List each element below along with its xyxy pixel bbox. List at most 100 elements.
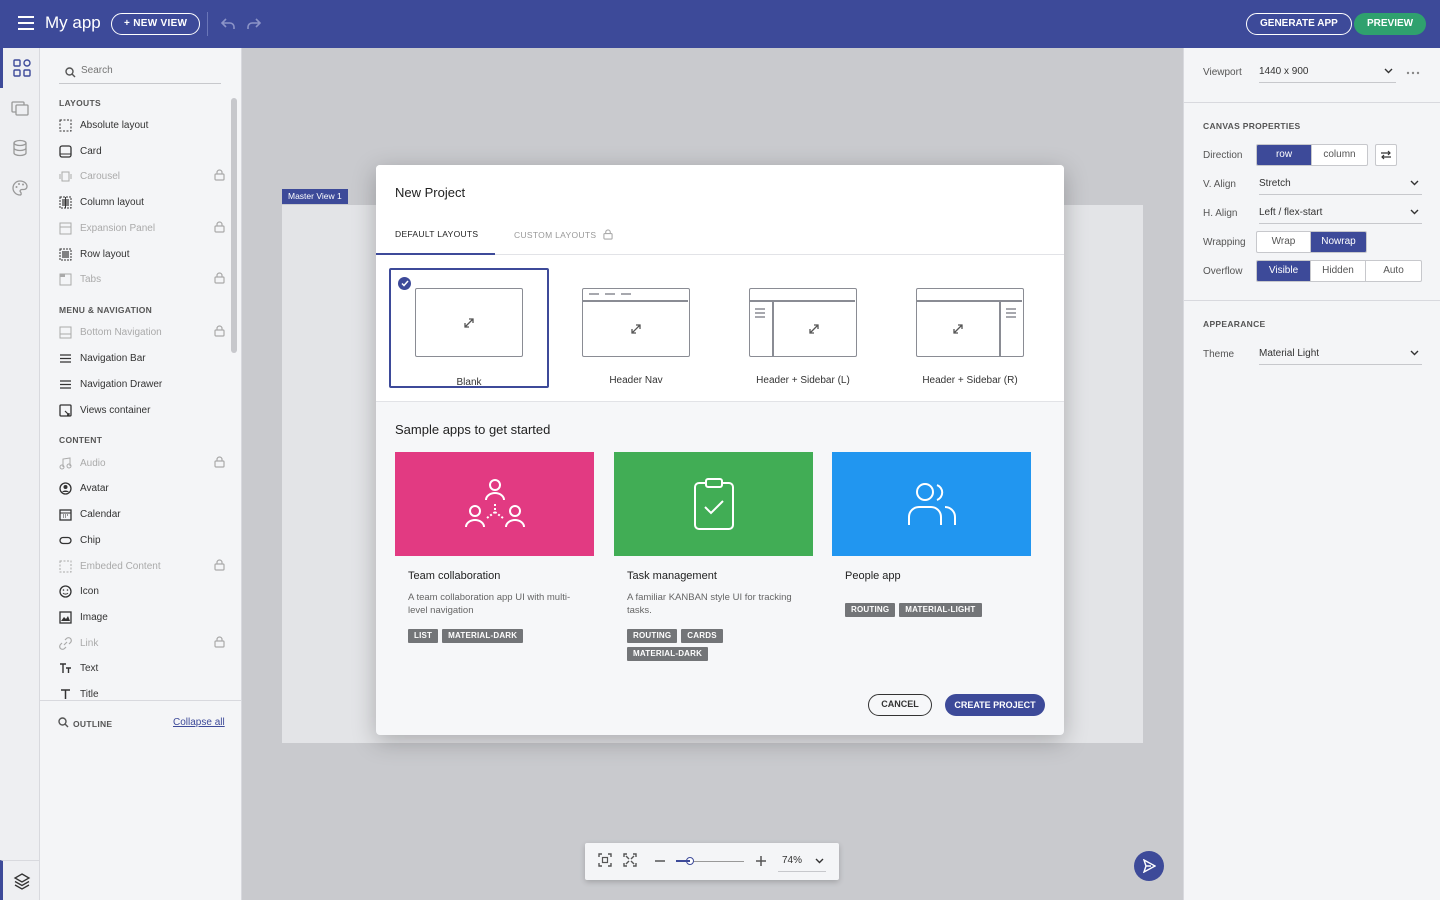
- component-chip[interactable]: Chip: [59, 530, 219, 550]
- sample-tags: ROUTING CARDS MATERIAL-DARK: [627, 629, 737, 661]
- component-column-layout[interactable]: Column layout: [59, 192, 219, 212]
- component-text[interactable]: Text: [59, 658, 219, 678]
- views-icon: [11, 101, 29, 116]
- sample-name: Task management: [627, 570, 717, 582]
- component-label: Tabs: [80, 273, 102, 285]
- component-embeded-content[interactable]: Embeded Content: [59, 556, 225, 576]
- component-icon[interactable]: Icon: [59, 581, 219, 601]
- tag: MATERIAL-DARK: [627, 647, 709, 661]
- avatar-icon: [59, 481, 72, 495]
- panel-divider: [1184, 300, 1440, 301]
- tab-label: CUSTOM LAYOUTS: [514, 230, 597, 240]
- menu-icon[interactable]: [18, 16, 34, 30]
- theme-select[interactable]: Material Light: [1259, 345, 1422, 365]
- component-avatar[interactable]: Avatar: [59, 478, 219, 498]
- database-icon: [13, 139, 27, 157]
- layout-option-header-sidebar-right[interactable]: Header + Sidebar (R): [890, 268, 1050, 388]
- swap-direction-button[interactable]: [1375, 144, 1397, 166]
- overflow-hidden-option[interactable]: Hidden: [1311, 261, 1366, 281]
- collapse-all-link[interactable]: Collapse all: [173, 717, 225, 728]
- component-title[interactable]: Title: [59, 684, 219, 699]
- sample-description: A team collaboration app UI with multi-l…: [408, 592, 571, 616]
- component-carousel[interactable]: Carousel: [59, 166, 225, 186]
- layout-preview: [415, 288, 523, 357]
- smiley-icon: [59, 584, 72, 598]
- direction-row-option[interactable]: row: [1257, 145, 1312, 165]
- absolute-layout-icon: [59, 119, 72, 132]
- sample-app-people[interactable]: People app ROUTING MATERIAL-LIGHT: [832, 452, 1031, 617]
- component-bottom-navigation[interactable]: Bottom Navigation: [59, 322, 225, 342]
- chevron-down-icon: [1410, 209, 1419, 215]
- viewport-select[interactable]: 1440 x 900: [1259, 63, 1396, 83]
- component-row-layout[interactable]: Row layout: [59, 244, 219, 264]
- component-absolute-layout[interactable]: Absolute layout: [59, 115, 219, 135]
- layout-option-header-nav[interactable]: Header Nav: [556, 268, 716, 388]
- overflow-visible-option[interactable]: Visible: [1257, 261, 1311, 281]
- valign-value: Stretch: [1259, 178, 1291, 189]
- component-label: Icon: [80, 585, 99, 597]
- layout-option-blank[interactable]: Blank: [389, 268, 549, 388]
- fit-screen-icon[interactable]: [598, 853, 612, 867]
- sample-app-task-management[interactable]: Task management A familiar KANBAN style …: [614, 452, 813, 661]
- text-icon: [59, 662, 72, 675]
- wrapping-label: Wrapping: [1203, 237, 1246, 248]
- component-calendar[interactable]: Calendar: [59, 504, 219, 524]
- generate-app-button[interactable]: GENERATE APP: [1246, 13, 1352, 35]
- zoom-out-icon[interactable]: [655, 860, 665, 862]
- component-views-container[interactable]: Views container: [59, 400, 219, 420]
- component-audio[interactable]: Audio: [59, 453, 225, 473]
- image-icon: [59, 610, 72, 624]
- tab-custom-layouts[interactable]: CUSTOM LAYOUTS: [514, 229, 613, 240]
- outline-label: OUTLINE: [73, 719, 113, 729]
- component-label: Bottom Navigation: [80, 326, 162, 338]
- create-project-button[interactable]: CREATE PROJECT: [945, 694, 1045, 716]
- zoom-toolbar: 74%: [585, 843, 839, 880]
- sample-app-team-collaboration[interactable]: Team collaboration A team collaboration …: [395, 452, 594, 643]
- direction-label: Direction: [1203, 150, 1243, 161]
- layers-tab[interactable]: [0, 860, 40, 900]
- components-tab[interactable]: [0, 48, 40, 88]
- bottom-navigation-icon: [59, 326, 72, 339]
- app-title: My app: [45, 13, 101, 32]
- search-box[interactable]: [59, 62, 221, 84]
- halign-label: H. Align: [1203, 208, 1238, 219]
- direction-column-option[interactable]: column: [1312, 145, 1367, 165]
- zoom-level-select[interactable]: 74%: [778, 852, 826, 872]
- data-tab[interactable]: [0, 128, 40, 168]
- layout-preview: [582, 288, 690, 357]
- component-navigation-drawer[interactable]: Navigation Drawer: [59, 374, 219, 394]
- preview-button[interactable]: PREVIEW: [1354, 13, 1427, 35]
- component-card[interactable]: Card: [59, 141, 219, 161]
- more-options-icon[interactable]: [1406, 71, 1420, 75]
- component-expansion-panel[interactable]: Expansion Panel: [59, 218, 225, 238]
- send-feedback-button[interactable]: [1134, 851, 1164, 881]
- new-view-button[interactable]: + NEW VIEW: [111, 13, 201, 35]
- views-tab[interactable]: [0, 88, 40, 128]
- redo-icon[interactable]: [245, 15, 263, 33]
- components-scrollbar[interactable]: [231, 98, 237, 353]
- lock-icon: [603, 229, 613, 240]
- tab-default-layouts[interactable]: DEFAULT LAYOUTS: [376, 229, 495, 255]
- chevron-down-icon: [1410, 180, 1419, 186]
- valign-select[interactable]: Stretch: [1259, 175, 1422, 195]
- theme-tab[interactable]: [0, 168, 40, 208]
- component-tabs[interactable]: Tabs: [59, 269, 225, 289]
- zoom-in-icon[interactable]: [756, 856, 766, 866]
- sidebar-menu-icon: [755, 308, 765, 318]
- master-view-tag[interactable]: Master View 1: [282, 189, 348, 204]
- component-link[interactable]: Link: [59, 633, 225, 653]
- search-icon[interactable]: [58, 717, 69, 728]
- overflow-auto-option[interactable]: Auto: [1366, 261, 1421, 281]
- component-navigation-bar[interactable]: Navigation Bar: [59, 348, 219, 368]
- undo-icon[interactable]: [219, 15, 237, 33]
- tag: LIST: [408, 629, 439, 643]
- search-input[interactable]: [81, 65, 211, 76]
- layout-option-header-sidebar-left[interactable]: Header + Sidebar (L): [723, 268, 883, 388]
- sample-thumbnail: [832, 452, 1031, 556]
- halign-select[interactable]: Left / flex-start: [1259, 204, 1422, 224]
- wrap-option[interactable]: Wrap: [1257, 232, 1311, 252]
- fullscreen-icon[interactable]: [623, 853, 637, 867]
- cancel-button[interactable]: CANCEL: [868, 694, 932, 716]
- nowrap-option[interactable]: Nowrap: [1311, 232, 1366, 252]
- component-image[interactable]: Image: [59, 607, 219, 627]
